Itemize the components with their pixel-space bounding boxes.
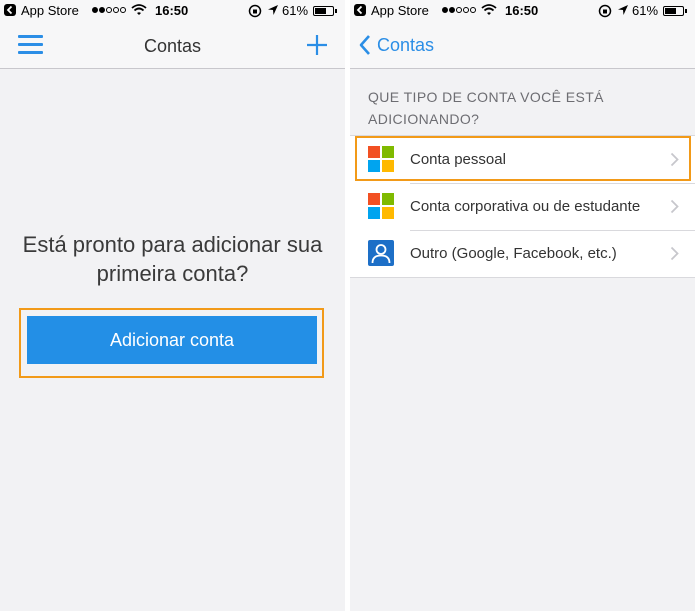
add-account-button[interactable]: Adicionar conta xyxy=(27,316,317,364)
carrier-label[interactable]: App Store xyxy=(21,3,79,18)
nav-bar: Contas xyxy=(0,22,345,69)
status-time: 16:50 xyxy=(505,3,539,18)
location-icon xyxy=(618,5,628,15)
status-bar: App Store 16:50 61% xyxy=(0,0,345,22)
option-label: Outro (Google, Facebook, etc.) xyxy=(410,245,617,262)
back-label: Contas xyxy=(377,34,435,55)
carrier-label[interactable]: App Store xyxy=(371,3,429,18)
plus-icon[interactable] xyxy=(305,33,329,57)
nav-bar: Contas xyxy=(350,22,695,69)
page-title: Contas xyxy=(143,36,202,56)
rotation-lock-icon xyxy=(248,4,262,18)
section-header: QUE TIPO DE CONTA VOCÊ ESTÁ ADICIONANDO? xyxy=(368,89,604,127)
option-work-school-account[interactable]: Conta corporativa ou de estudante xyxy=(350,183,695,230)
location-icon xyxy=(268,5,278,15)
rotation-lock-icon xyxy=(598,4,612,18)
signal-strength-icon xyxy=(92,7,126,13)
option-other-account[interactable]: Outro (Google, Facebook, etc.) xyxy=(350,230,695,277)
person-icon xyxy=(368,240,394,266)
status-bar: App Store 16:50 61% xyxy=(350,0,695,22)
battery-icon xyxy=(663,6,687,16)
wifi-icon xyxy=(481,4,497,15)
battery-icon xyxy=(313,6,337,16)
left-screen: App Store 16:50 61% Contas Está pronto p… xyxy=(0,0,345,611)
status-time: 16:50 xyxy=(155,3,189,18)
wifi-icon xyxy=(131,4,147,15)
microsoft-logo-icon xyxy=(368,193,394,219)
right-screen: App Store 16:50 61% Contas QUE TIPO DE C… xyxy=(350,0,695,611)
option-label: Conta corporativa ou de estudante xyxy=(410,198,641,215)
back-to-app-icon[interactable] xyxy=(354,4,366,16)
chevron-right-icon xyxy=(670,199,679,214)
empty-state-prompt: Está pronto para adicionar sua primeira … xyxy=(22,232,323,286)
chevron-left-icon xyxy=(359,35,370,55)
back-button[interactable]: Contas xyxy=(359,32,434,58)
chevron-right-icon xyxy=(670,246,679,261)
back-to-app-icon[interactable] xyxy=(4,4,16,16)
battery-percent: 61% xyxy=(632,3,659,18)
highlight-box xyxy=(355,136,691,181)
battery-percent: 61% xyxy=(282,3,309,18)
signal-strength-icon xyxy=(442,7,476,13)
